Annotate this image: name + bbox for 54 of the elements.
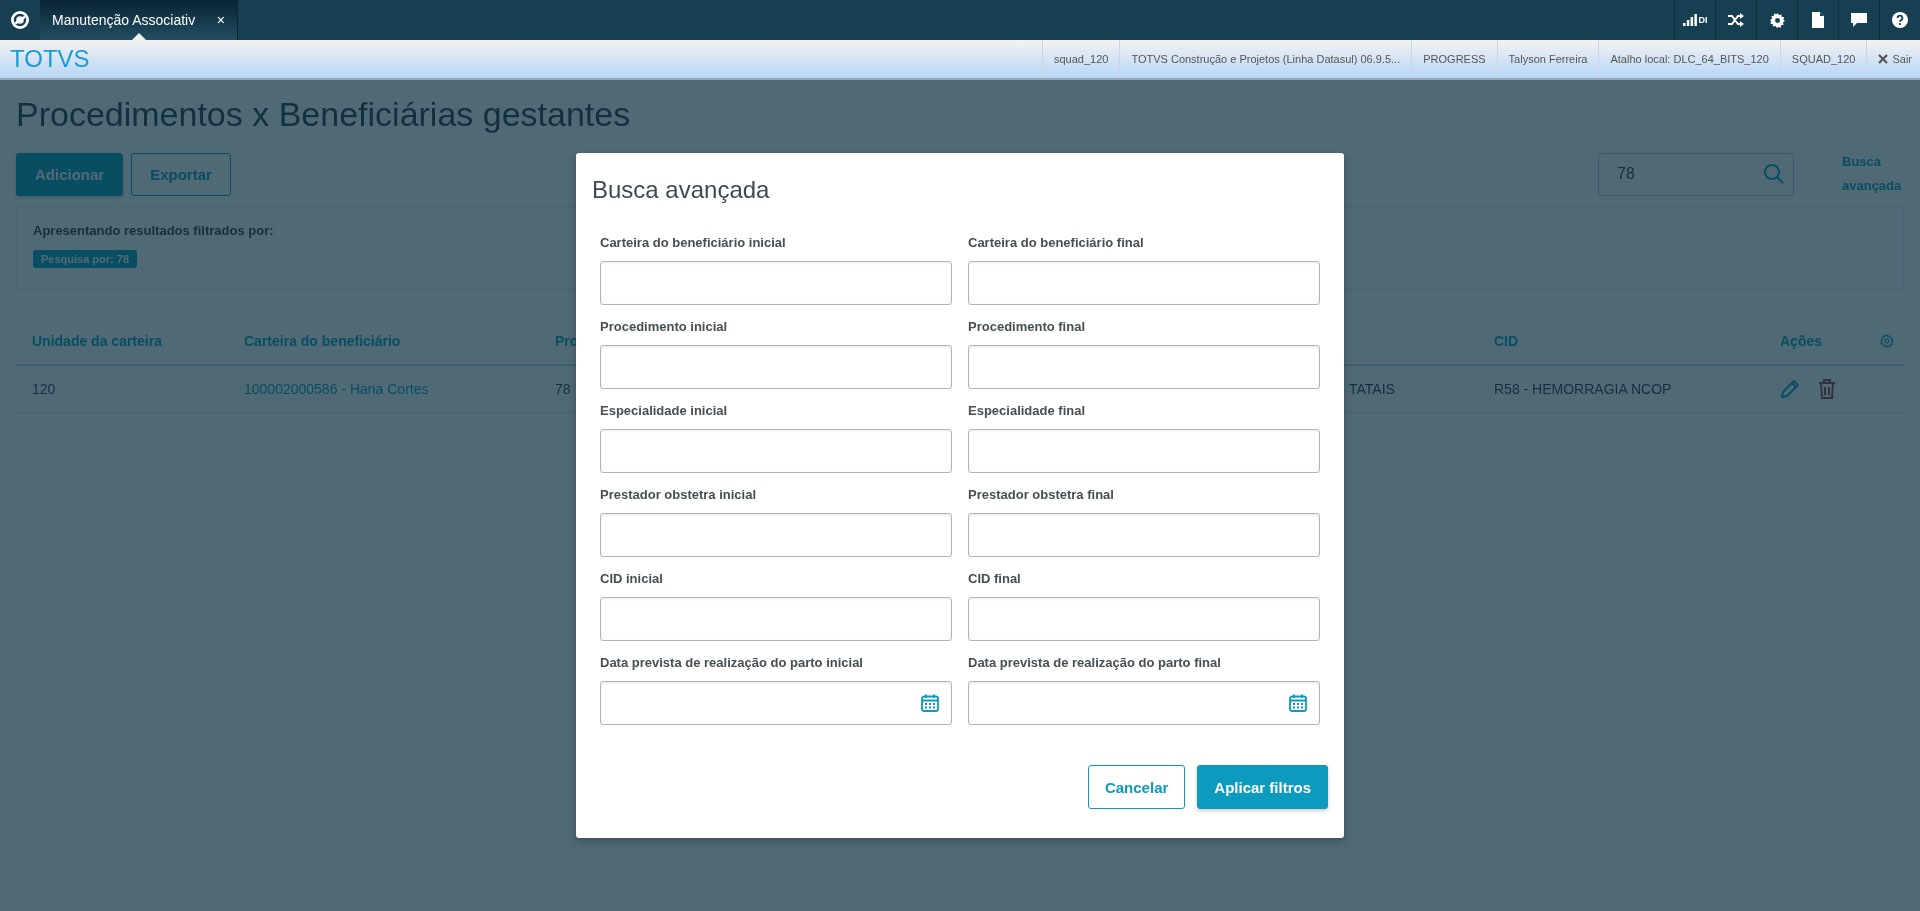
header-info: squad_120 xyxy=(1041,40,1120,78)
help-icon[interactable] xyxy=(1892,12,1908,28)
field-label: Procedimento inicial xyxy=(600,318,729,336)
tab-label[interactable]: Manutenção Associativ xyxy=(52,12,209,28)
chat-icon[interactable] xyxy=(1851,13,1867,27)
dialog-title: Busca avançada xyxy=(592,175,771,205)
header-info: TOTVS Construção e Projetos (Linha Datasul) 06.9.5... xyxy=(1119,40,1412,78)
header-info: SQUAD_120 xyxy=(1779,40,1867,78)
header-info: PROGRESS xyxy=(1411,40,1497,78)
input-field[interactable] xyxy=(600,429,952,473)
filter-caption: Apresentando resultados filtrados por: xyxy=(33,223,275,238)
field-label: Prestador obstetra inicial xyxy=(600,486,758,504)
field-label: Carteira do beneficiário inicial xyxy=(600,234,787,252)
input-field[interactable] xyxy=(600,261,952,305)
apply-button[interactable]: Aplicar filtros xyxy=(1197,765,1328,809)
close-icon[interactable] xyxy=(1878,54,1889,64)
input-field[interactable] xyxy=(968,429,1320,473)
field-label: Prestador obstetra final xyxy=(968,486,1115,504)
settings-icon[interactable] xyxy=(1769,12,1785,28)
header-info: Talyson Ferreira xyxy=(1496,40,1599,78)
date-field[interactable] xyxy=(600,681,952,725)
close-button[interactable]: × xyxy=(216,12,225,28)
header-info: Atalho local: DLC_64_BITS_120 xyxy=(1598,40,1780,78)
field-label: CID final xyxy=(968,570,1022,588)
table-cell-text: TATAIS xyxy=(1349,381,1396,397)
field-label: Carteira do beneficiário final xyxy=(968,234,1145,252)
field-label: Especialidade final xyxy=(968,402,1087,420)
calendar-icon[interactable] xyxy=(921,694,939,712)
signal-icon[interactable] xyxy=(1682,14,1697,26)
field-label: Procedimento final xyxy=(968,318,1087,336)
input-field[interactable] xyxy=(968,345,1320,389)
input-field[interactable] xyxy=(600,345,952,389)
page-title: Procedimentos x Beneficiárias gestantes xyxy=(16,94,632,135)
app-logo-icon[interactable] xyxy=(10,10,30,30)
input-field[interactable] xyxy=(968,597,1320,641)
input-field[interactable] xyxy=(600,597,952,641)
field-label: Especialidade inicial xyxy=(600,402,729,420)
input-field[interactable] xyxy=(968,513,1320,557)
tab[interactable]: Manutenção Associativ × xyxy=(40,0,238,40)
input-field[interactable] xyxy=(600,513,952,557)
table-cell-text: 78 xyxy=(555,381,572,397)
document-icon[interactable] xyxy=(1812,12,1824,28)
brand-logo: TOTVS xyxy=(10,45,90,73)
calendar-icon[interactable] xyxy=(1289,694,1307,712)
field-label: Data prevista de realização do parto inicial xyxy=(600,654,864,672)
table-cell-text: 120 xyxy=(32,381,57,397)
logout-button[interactable]: Sair xyxy=(1866,40,1920,78)
field-label: CID inicial xyxy=(600,570,664,588)
input-field[interactable] xyxy=(968,261,1320,305)
cancel-button[interactable]: Cancelar xyxy=(1087,765,1186,809)
shuffle-icon[interactable] xyxy=(1728,13,1744,27)
field-label: Data prevista de realização do parto final xyxy=(968,654,1222,672)
table-cell-text: R58 - HEMORRAGIA NCOP xyxy=(1494,381,1673,397)
date-field[interactable] xyxy=(968,681,1320,725)
